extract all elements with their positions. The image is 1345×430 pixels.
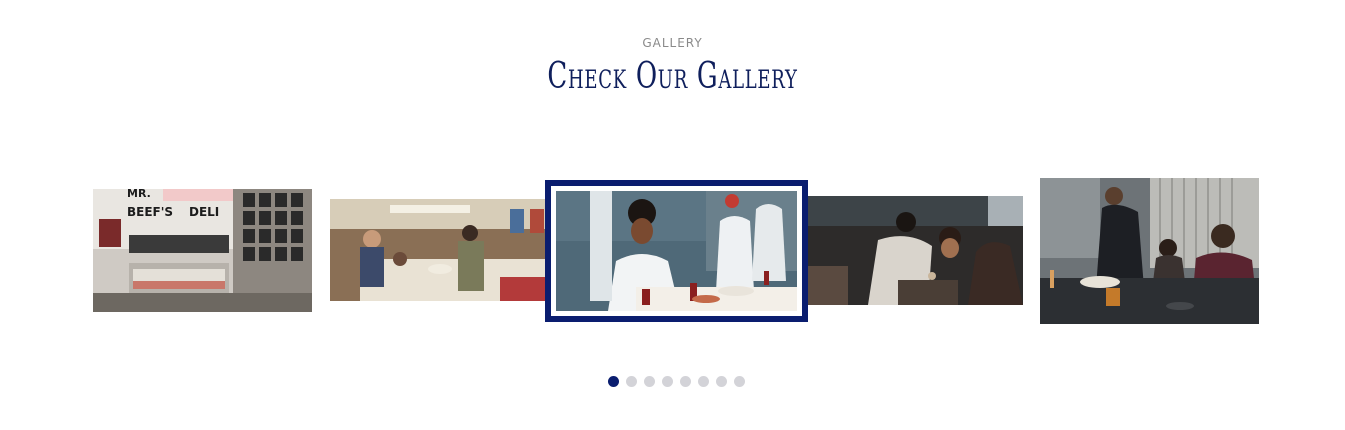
section-title: Check Our Gallery: [547, 56, 798, 97]
pagination-dot-3[interactable]: [644, 376, 655, 387]
gallery-section: GALLERY Check Our Gallery MR. BEEF'S DEL…: [0, 0, 1345, 430]
svg-text:BEEF'S: BEEF'S: [127, 205, 173, 219]
gallery-image-1[interactable]: MR. BEEF'S DELI: [93, 189, 312, 312]
chef-kitchen-photo: [556, 191, 797, 311]
gallery-image-5[interactable]: [1040, 178, 1259, 324]
gallery-image-4[interactable]: [808, 196, 1023, 305]
pagination-dot-7[interactable]: [716, 376, 727, 387]
fine-dining-photo: [1040, 178, 1259, 324]
svg-text:DELI: DELI: [189, 205, 219, 219]
section-eyebrow: GALLERY: [642, 36, 703, 50]
pagination-dot-6[interactable]: [698, 376, 709, 387]
pagination-dot-1[interactable]: [608, 376, 619, 387]
gallery-image-2[interactable]: [330, 199, 546, 301]
deli-photo: MR. BEEF'S DELI: [93, 189, 312, 312]
family-dinner-photo: [330, 199, 546, 301]
svg-text:MR.: MR.: [127, 189, 151, 200]
restaurant-diners-photo: [808, 196, 1023, 305]
gallery-image-3-active[interactable]: [545, 180, 808, 322]
pagination-dot-4[interactable]: [662, 376, 673, 387]
gallery-pagination: [608, 376, 745, 387]
pagination-dot-5[interactable]: [680, 376, 691, 387]
pagination-dot-8[interactable]: [734, 376, 745, 387]
pagination-dot-2[interactable]: [626, 376, 637, 387]
